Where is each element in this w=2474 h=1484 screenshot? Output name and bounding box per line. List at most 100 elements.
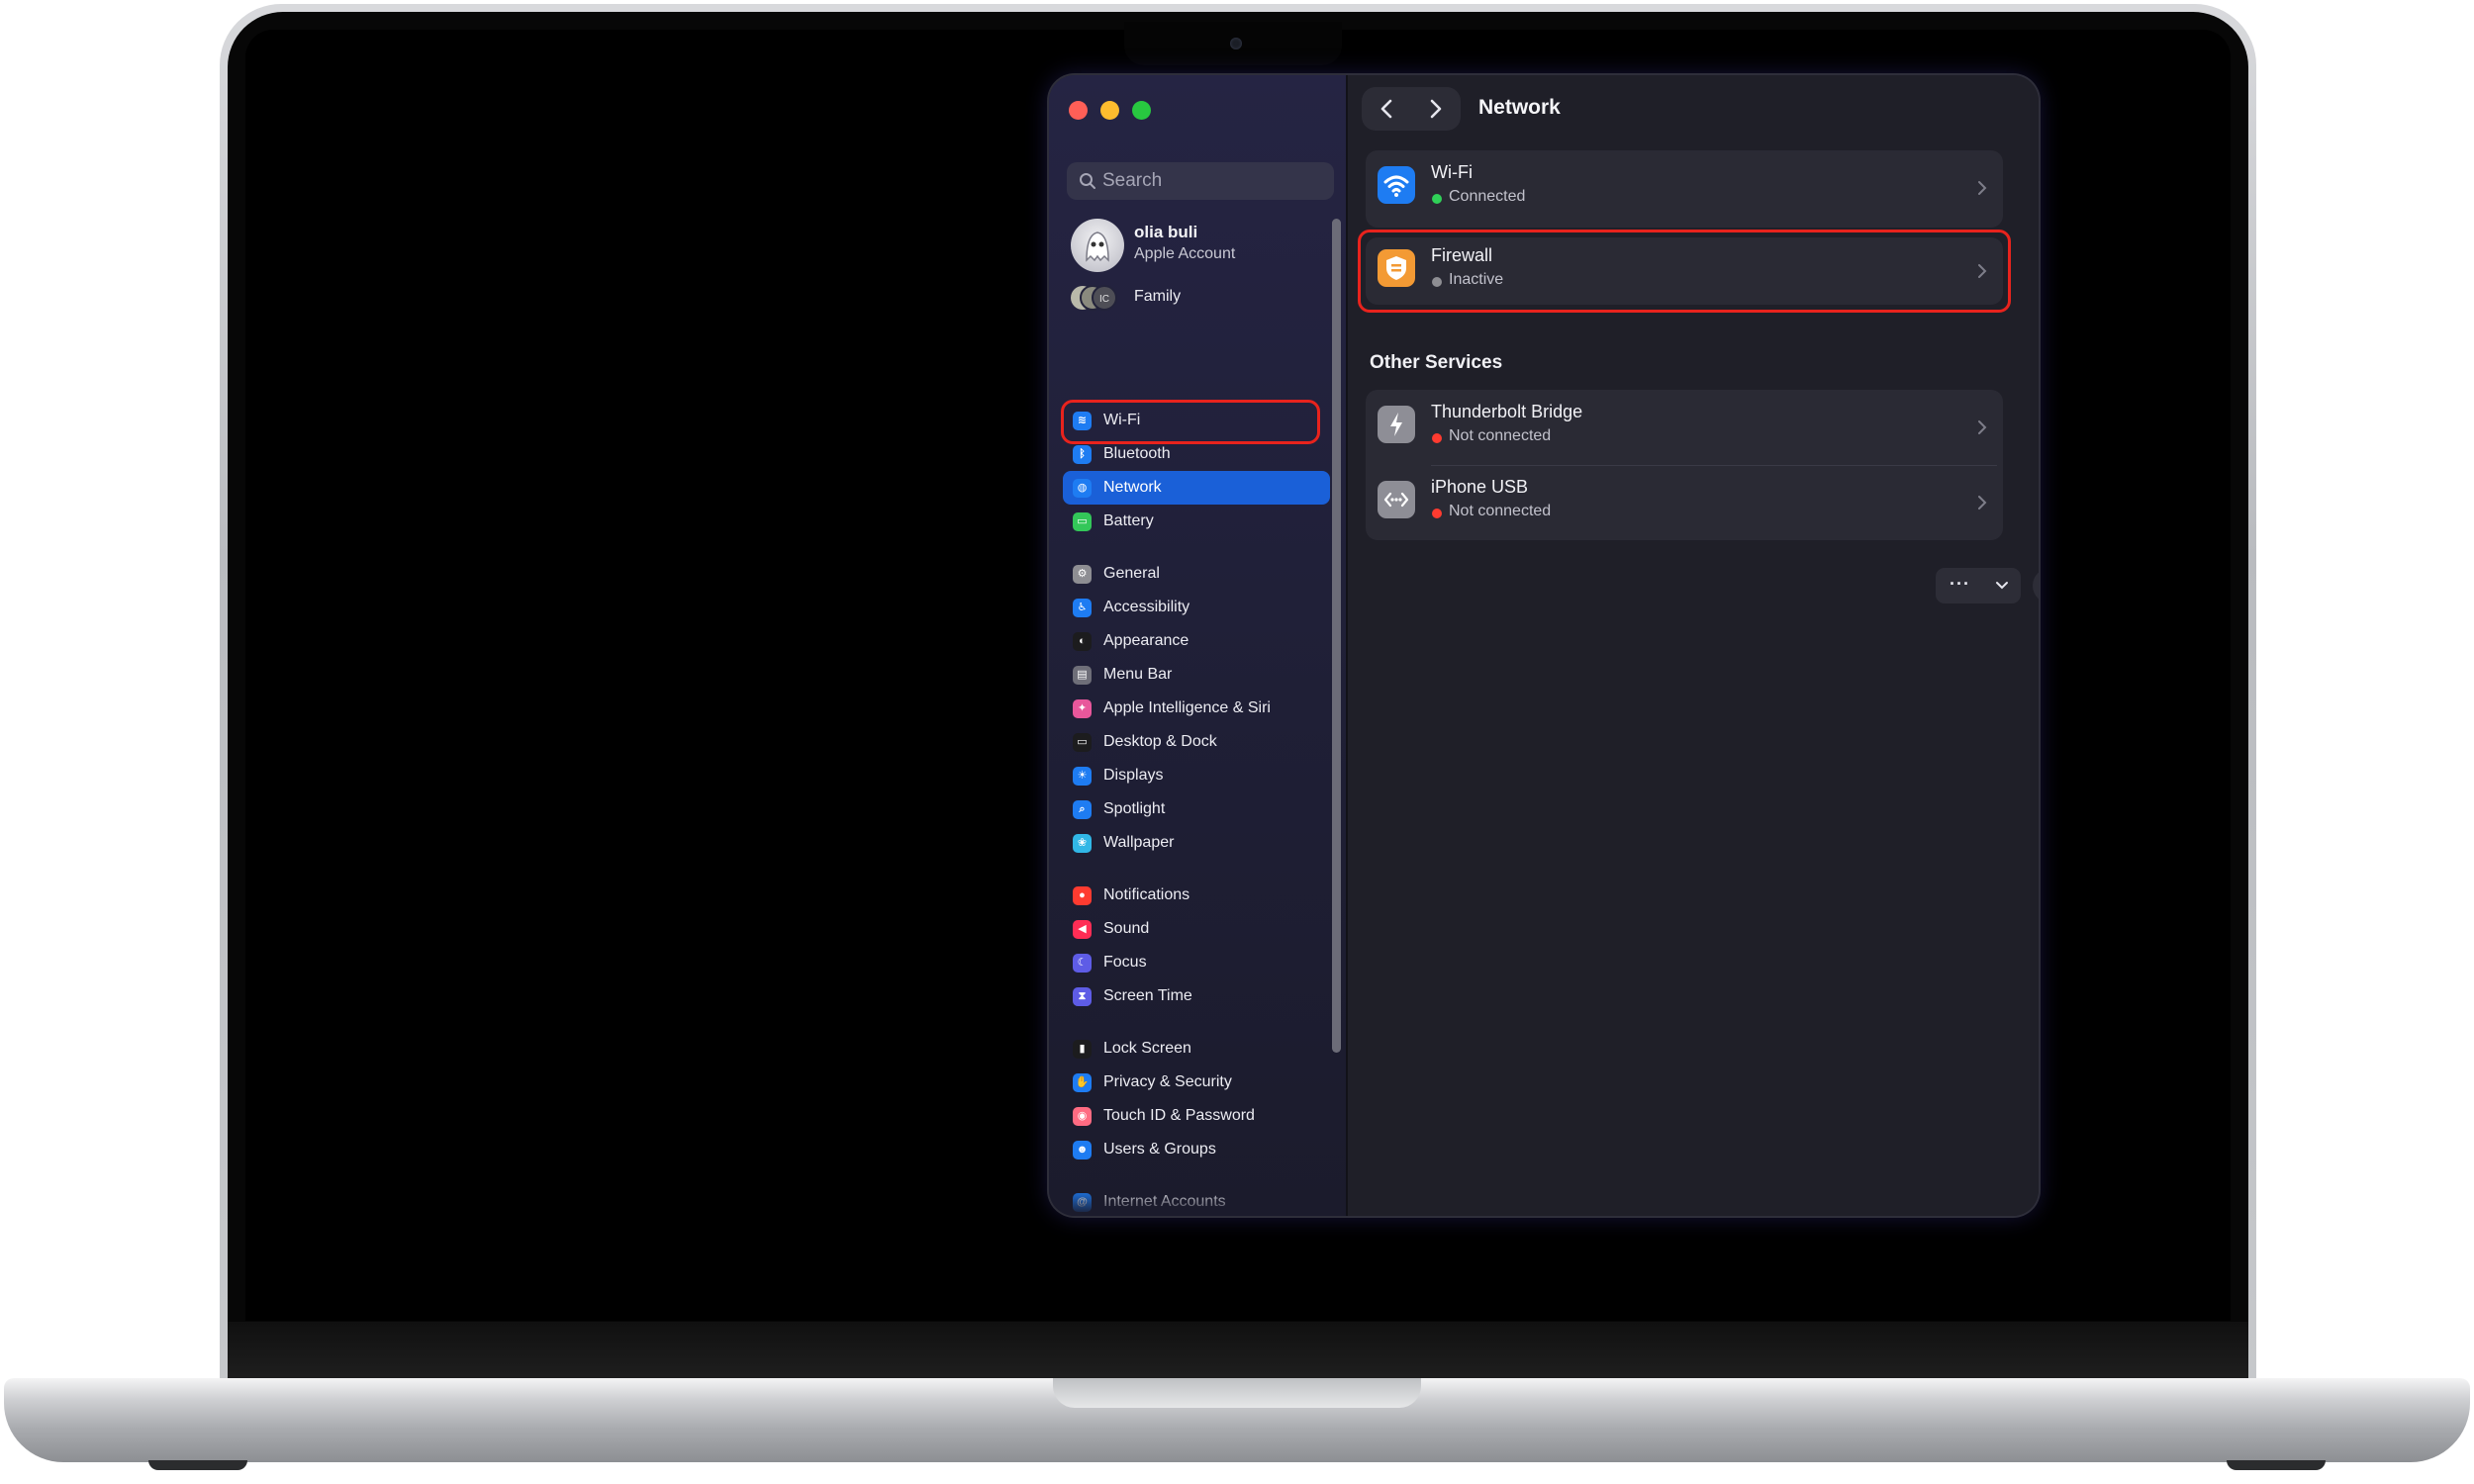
sidebar-item-privacy-and-security[interactable]: ✋ Privacy & Security bbox=[1063, 1066, 1330, 1099]
bluetooth-icon: ᛒ bbox=[1073, 445, 1092, 464]
sidebar-fade bbox=[1049, 1188, 1346, 1216]
chevron-right-icon bbox=[1978, 420, 1987, 434]
laptop-foot bbox=[2227, 1460, 2326, 1470]
sidebar-item-menu-bar[interactable]: ▤ Menu Bar bbox=[1063, 658, 1330, 692]
globe-icon: ◍ bbox=[1073, 479, 1092, 498]
laptop-foot bbox=[148, 1460, 247, 1470]
fingerprint-icon: ◉ bbox=[1073, 1107, 1092, 1126]
avatar-icon bbox=[1071, 219, 1124, 272]
sidebar-item-notifications[interactable]: ● Notifications bbox=[1063, 879, 1330, 912]
sidebar-item-wallpaper[interactable]: ❀ Wallpaper bbox=[1063, 826, 1330, 860]
menu-bar-icon: ▤ bbox=[1073, 666, 1092, 685]
sidebar-item-label: Appearance bbox=[1103, 632, 1189, 649]
sidebar-item-appearance[interactable]: ◐ Appearance bbox=[1063, 624, 1330, 658]
chevron-left-icon bbox=[1380, 99, 1392, 119]
sidebar-item-focus[interactable]: ☾ Focus bbox=[1063, 946, 1330, 979]
sidebar-item-screen-time[interactable]: ⧗ Screen Time bbox=[1063, 979, 1330, 1013]
search-input[interactable] bbox=[1102, 162, 1320, 200]
sidebar-item-label: Touch ID & Password bbox=[1103, 1107, 1255, 1124]
camera-icon bbox=[1230, 38, 1242, 49]
sidebar-item-label: Bluetooth bbox=[1103, 445, 1171, 462]
sidebar-item-label: Network bbox=[1103, 479, 1162, 496]
more-icon: ··· bbox=[1950, 574, 1970, 594]
spotlight-icon: ⌕ bbox=[1073, 800, 1092, 819]
help-button[interactable]: ? bbox=[2033, 568, 2039, 603]
search-field[interactable] bbox=[1067, 162, 1334, 200]
sidebar-item-users-and-groups[interactable]: ☻ Users & Groups bbox=[1063, 1133, 1330, 1166]
firewall-highlight-outline bbox=[1358, 230, 2011, 313]
sidebar-item-spotlight[interactable]: ⌕ Spotlight bbox=[1063, 792, 1330, 826]
users-icon: ☻ bbox=[1073, 1141, 1092, 1159]
zoom-button[interactable] bbox=[1132, 101, 1151, 120]
hand-icon: ✋ bbox=[1073, 1073, 1092, 1092]
sidebar-item-label: Accessibility bbox=[1103, 599, 1190, 615]
chevron-right-icon bbox=[1430, 99, 1442, 119]
chevron-right-icon bbox=[1978, 181, 1987, 195]
svg-text:IC: IC bbox=[1099, 294, 1109, 305]
accessibility-icon: ♿ bbox=[1073, 599, 1092, 617]
sidebar-item-label: Wallpaper bbox=[1103, 834, 1175, 851]
status-dot bbox=[1432, 433, 1442, 443]
sidebar-item-label: Battery bbox=[1103, 512, 1154, 529]
apple-account-item[interactable]: olia buli Apple Account bbox=[1071, 219, 1338, 272]
history-nav bbox=[1362, 87, 1461, 131]
sidebar-item-battery[interactable]: ▭ Battery bbox=[1063, 505, 1330, 538]
service-row-thunderbolt-bridge[interactable]: Thunderbolt Bridge Not connected bbox=[1366, 390, 2003, 465]
status-dot bbox=[1432, 509, 1442, 518]
service-row-wifi[interactable]: Wi-Fi Connected bbox=[1366, 150, 2003, 226]
service-status: Connected bbox=[1449, 188, 1526, 205]
service-status: Not connected bbox=[1449, 427, 1552, 444]
wifi-icon bbox=[1378, 166, 1415, 204]
sidebar-item-label: Spotlight bbox=[1103, 800, 1166, 817]
sun-icon: ☀ bbox=[1073, 767, 1092, 786]
sidebar-item-sound[interactable]: ◀ Sound bbox=[1063, 912, 1330, 946]
sidebar-item-label: General bbox=[1103, 565, 1160, 582]
appearance-icon: ◐ bbox=[1073, 632, 1092, 651]
page-title: Network bbox=[1478, 96, 1561, 119]
thunderbolt-icon bbox=[1378, 406, 1415, 443]
forward-button[interactable] bbox=[1411, 87, 1461, 131]
speaker-icon: ◀ bbox=[1073, 920, 1092, 939]
sidebar-item-label: Menu Bar bbox=[1103, 666, 1173, 683]
account-subtitle: Apple Account bbox=[1134, 245, 1236, 262]
close-button[interactable] bbox=[1069, 101, 1088, 120]
wallpaper-icon: ❀ bbox=[1073, 834, 1092, 853]
gear-icon: ⚙ bbox=[1073, 565, 1092, 584]
sidebar-item-label: Focus bbox=[1103, 954, 1147, 971]
search-icon bbox=[1080, 173, 1095, 189]
sidebar-item-displays[interactable]: ☀ Displays bbox=[1063, 759, 1330, 792]
more-actions-button[interactable]: ··· bbox=[1936, 568, 2021, 603]
usb-link-icon bbox=[1378, 481, 1415, 518]
sidebar-item-label: Lock Screen bbox=[1103, 1040, 1191, 1057]
chevron-right-icon bbox=[1978, 496, 1987, 510]
sidebar-item-network[interactable]: ◍ Network bbox=[1063, 471, 1330, 505]
sidebar-item-touch-id-and-password[interactable]: ◉ Touch ID & Password bbox=[1063, 1099, 1330, 1133]
sidebar-item-general[interactable]: ⚙ General bbox=[1063, 557, 1330, 591]
battery-icon: ▭ bbox=[1073, 512, 1092, 531]
sidebar-item-label: Privacy & Security bbox=[1103, 1073, 1232, 1090]
sidebar-item-desktop-and-dock[interactable]: ▭ Desktop & Dock bbox=[1063, 725, 1330, 759]
bell-icon: ● bbox=[1073, 886, 1092, 905]
service-row-iphone-usb[interactable]: iPhone USB Not connected bbox=[1366, 465, 2003, 540]
service-name: Thunderbolt Bridge bbox=[1431, 402, 1583, 421]
back-button[interactable] bbox=[1362, 87, 1411, 131]
lock-icon: ▮ bbox=[1073, 1040, 1092, 1059]
sidebar-scrollbar[interactable] bbox=[1332, 219, 1341, 1053]
minimize-button[interactable] bbox=[1100, 101, 1119, 120]
sidebar-item-accessibility[interactable]: ♿ Accessibility bbox=[1063, 591, 1330, 624]
section-title-other-services: Other Services bbox=[1370, 352, 1503, 373]
chevron-down-icon bbox=[1996, 582, 2008, 590]
sidebar-item-lock-screen[interactable]: ▮ Lock Screen bbox=[1063, 1032, 1330, 1066]
wifi-service-card: Wi-Fi Connected bbox=[1366, 150, 2003, 228]
family-label: Family bbox=[1134, 288, 1182, 305]
hourglass-icon: ⧗ bbox=[1073, 987, 1092, 1006]
screen-chin bbox=[228, 1322, 2248, 1381]
sidebar-item-label: Notifications bbox=[1103, 886, 1190, 903]
sidebar: olia buli Apple Account IC Family ≋Wi-Fi… bbox=[1049, 75, 1348, 1216]
sidebar-item-apple-intelligence-and-siri[interactable]: ✦ Apple Intelligence & Siri bbox=[1063, 692, 1330, 725]
family-item[interactable]: IC Family bbox=[1071, 281, 1338, 315]
sidebar-item-label: Users & Groups bbox=[1103, 1141, 1216, 1158]
system-settings-window: olia buli Apple Account IC Family ≋Wi-Fi… bbox=[1049, 75, 2039, 1216]
siri-icon: ✦ bbox=[1073, 699, 1092, 718]
dock-icon: ▭ bbox=[1073, 733, 1092, 752]
